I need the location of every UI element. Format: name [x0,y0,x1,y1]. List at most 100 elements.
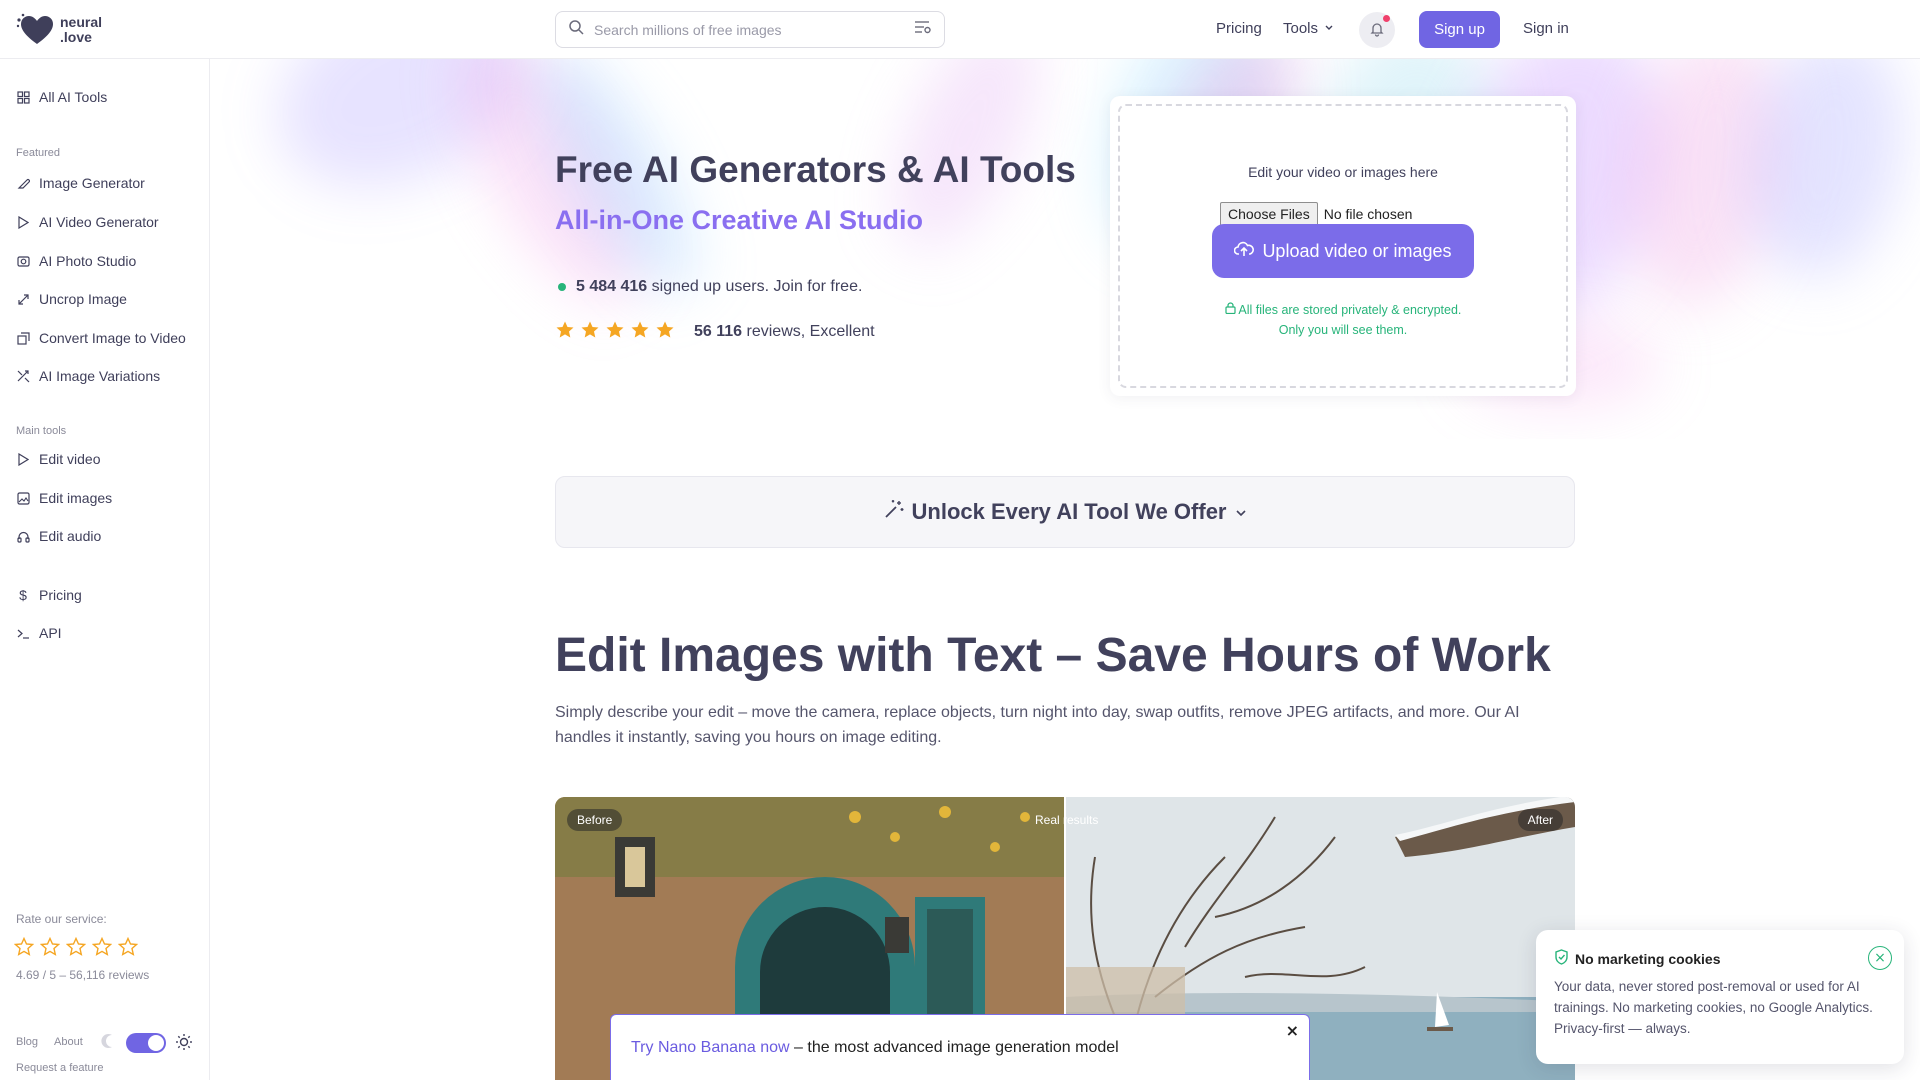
upload-hint: Edit your video or images here [1248,164,1438,180]
sidebar-item-label: API [39,625,62,641]
headphones-icon [16,529,30,543]
nano-banana-link[interactable]: Try Nano Banana now [631,1039,790,1056]
heart-logo-icon [16,13,54,47]
magic-wand-icon [884,499,904,525]
rate-label: Rate our service: [16,912,107,926]
sidebar-item-uncrop-image[interactable]: Uncrop Image [16,291,127,307]
users-count: 5 484 416 [576,278,648,295]
sidebar-item-label: Convert Image to Video [39,330,186,346]
star-outline-icon[interactable] [117,936,139,961]
upload-card: Edit your video or images here Choose Fi… [1110,96,1576,396]
brand-line-1: neural [60,14,103,30]
sidebar-item-pricing[interactable]: $ Pricing [16,587,82,603]
reviews-text: 56 116 reviews, Excellent [694,323,875,341]
star-outline-icon[interactable] [91,936,113,961]
rating-input[interactable] [13,936,139,961]
sidebar-item-image-generator[interactable]: Image Generator [16,175,145,191]
brand-line-2: .love [60,29,92,45]
close-icon[interactable]: × [1286,1021,1299,1040]
notification-dot [1383,15,1390,22]
unlock-tools-toggle[interactable]: Unlock Every AI Tool We Offer [555,476,1575,548]
sidebar: All AI Tools Featured Image Generator AI… [0,59,210,1080]
file-input[interactable]: Choose Files No file chosen [1220,202,1412,226]
star-outline-icon[interactable] [39,936,61,961]
after-badge: After [1517,809,1563,831]
sidebar-item-ai-photo-studio[interactable]: AI Photo Studio [16,253,136,269]
star-outline-icon[interactable] [13,936,35,961]
nano-banana-text: Try Nano Banana now – the most advanced … [631,1039,1119,1057]
shield-check-icon [1554,949,1569,968]
upload-dropzone[interactable]: Edit your video or images here Choose Fi… [1118,104,1568,388]
sidebar-item-ai-video-generator[interactable]: AI Video Generator [16,214,159,230]
upload-button-label: Upload video or images [1262,240,1452,261]
chevron-down-icon [1235,499,1247,525]
sidebar-item-label: Edit audio [39,528,102,544]
sidebar-item-edit-images[interactable]: Edit images [16,490,112,506]
choose-files-button[interactable]: Choose Files [1220,202,1318,226]
search-icon [568,19,584,40]
upload-button[interactable]: Upload video or images [1212,224,1474,278]
sidebar-section-main-tools: Main tools [16,425,67,437]
about-link[interactable]: About [54,1036,83,1048]
hero-subtitle: All-in-One Creative AI Studio [555,205,924,235]
star-outline-icon[interactable] [65,936,87,961]
nav-tools[interactable]: Tools [1283,20,1334,37]
sidebar-section-featured: Featured [16,147,61,159]
nav-tools-label: Tools [1283,20,1319,37]
convert-icon [16,331,30,345]
sidebar-item-label: AI Image Variations [39,368,161,384]
signup-button[interactable]: Sign up [1419,11,1500,48]
brand-name: neural .love [60,15,102,45]
cookie-body: Your data, never stored post-removal or … [1554,979,1873,1036]
search-input[interactable] [594,21,904,38]
real-results-badge: Real results [1035,813,1099,827]
privacy-note-line-1: All files are stored privately & encrypt… [1238,303,1462,317]
play-icon [16,215,30,229]
sidebar-item-convert-image-to-video[interactable]: Convert Image to Video [16,330,186,346]
sidebar-item-label: Image Generator [39,175,145,191]
chevron-down-icon [1324,20,1334,37]
cookie-title-text: No marketing cookies [1575,950,1721,967]
users-label: signed up users. Join for free. [651,278,863,295]
hero-title: Free AI Generators & AI Tools [555,149,1076,190]
bell-icon [1369,21,1385,40]
sidebar-item-edit-video[interactable]: Edit video [16,451,100,467]
reviews-label: reviews, Excellent [746,323,875,340]
star-filled-icon [630,320,650,344]
lock-icon [1224,302,1236,317]
sidebar-item-label: Pricing [39,587,82,603]
blog-link[interactable]: Blog [16,1036,38,1048]
sidebar-item-ai-image-variations[interactable]: AI Image Variations [16,368,160,384]
before-badge: Before [567,809,623,831]
filter-icon[interactable] [914,19,932,40]
sidebar-item-label: AI Video Generator [39,214,159,230]
sidebar-item-label: Uncrop Image [39,291,127,307]
nav-pricing[interactable]: Pricing [1216,20,1262,37]
online-dot-icon [558,283,566,291]
users-count-row: 5 484 416 signed up users. Join for free… [558,278,862,296]
hero-gradient-background [211,59,1920,439]
theme-toggle[interactable] [126,1033,166,1053]
logo[interactable]: neural .love [16,13,102,47]
cookie-close-button[interactable]: × [1868,946,1892,970]
request-feature-link[interactable]: Request a feature [16,1062,103,1074]
signin-link[interactable]: Sign in [1523,20,1569,37]
users-count-text: 5 484 416 signed up users. Join for free… [576,278,862,296]
cloud-upload-icon [1234,241,1255,262]
star-filled-icon [555,320,575,344]
sidebar-item-label: Edit images [39,490,113,506]
sidebar-item-label: AI Photo Studio [39,253,137,269]
sidebar-item-all-tools[interactable]: All AI Tools [16,89,107,105]
file-status: No file chosen [1323,206,1413,222]
nano-banana-promo: Try Nano Banana now – the most advanced … [610,1014,1310,1080]
search-box[interactable] [555,11,945,48]
sidebar-item-label: All AI Tools [39,89,108,105]
sidebar-item-edit-audio[interactable]: Edit audio [16,528,101,544]
top-bar: neural .love Pricing Tools Sign up Sign … [0,0,1920,59]
privacy-note-line-2: Only you will see them. [1278,323,1408,337]
notifications-button[interactable] [1359,12,1395,48]
sidebar-item-api[interactable]: API [16,625,62,641]
unlock-tools-label: Unlock Every AI Tool We Offer [911,499,1227,524]
star-filled-icon [655,320,675,344]
dollar-icon: $ [19,587,27,603]
